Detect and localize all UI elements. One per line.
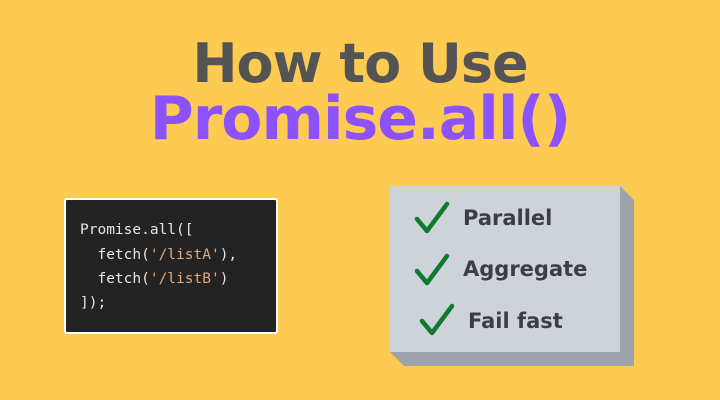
code-token: Promise.all([: [80, 222, 194, 238]
checkmark-icon: [419, 303, 455, 336]
code-line-4: ]);: [80, 295, 106, 312]
checkmark-icon: [414, 253, 450, 286]
card-side-face: [620, 186, 634, 366]
card-bottom-face: [390, 352, 634, 366]
code-line-1: Promise.all([: [80, 222, 194, 239]
code-token: fetch(: [80, 271, 150, 287]
code-string-token: '/listA': [149, 247, 220, 263]
code-line-3: fetch('/listB'): [80, 271, 228, 288]
code-token: ]);: [80, 295, 107, 311]
code-token: fetch(: [80, 247, 150, 263]
code-token: ): [219, 271, 229, 287]
title-line-2: Promise.all(): [149, 84, 572, 154]
code-line-2: fetch('/listA'),: [80, 247, 237, 264]
checkmark-icon: [414, 201, 450, 234]
code-token: ),: [219, 247, 238, 263]
code-string-token: '/listB': [149, 271, 220, 287]
code-snippet: Promise.all([ fetch('/listA'), fetch('/l…: [64, 198, 278, 334]
feature-aggregate: Aggregate: [463, 257, 588, 281]
feature-parallel: Parallel: [463, 206, 553, 230]
feature-fail-fast: Fail fast: [468, 309, 563, 333]
